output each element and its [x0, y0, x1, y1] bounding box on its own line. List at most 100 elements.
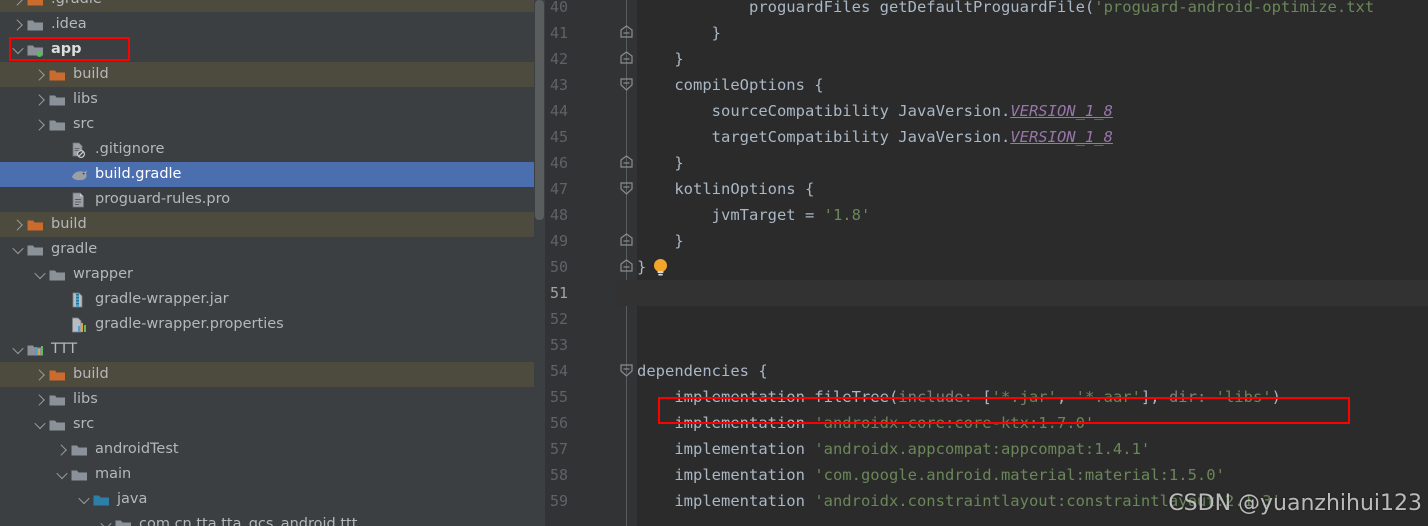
folder-package-icon — [114, 512, 134, 526]
tree-row[interactable]: .gitignore — [0, 137, 545, 162]
code-line[interactable]: } — [637, 254, 646, 280]
tree-row-label: build — [51, 216, 87, 232]
tree-row-label: TTT — [51, 341, 78, 357]
chevron-right-icon[interactable] — [32, 87, 48, 112]
tree-row[interactable]: .idea — [0, 12, 545, 37]
chevron-down-icon[interactable] — [10, 337, 26, 362]
tree-row-label: src — [73, 116, 95, 132]
tree-row[interactable]: gradle-wrapper.properties — [0, 312, 545, 337]
tree-indent-spacer — [0, 362, 32, 387]
code-line[interactable]: } — [637, 20, 721, 46]
tree-row[interactable]: build — [0, 362, 545, 387]
folder-gray-icon — [70, 437, 90, 462]
code-line[interactable]: sourceCompatibility JavaVersion.VERSION_… — [637, 98, 1113, 124]
chevron-down-icon[interactable] — [32, 412, 48, 437]
code-token-default: ) — [1271, 388, 1281, 406]
tree-row[interactable]: build — [0, 62, 545, 87]
code-token-default: targetCompatibility JavaVersion. — [637, 128, 1011, 146]
code-line[interactable]: implementation 'androidx.core:core-ktx:1… — [637, 410, 1094, 436]
code-line[interactable]: jvmTarget = '1.8' — [637, 202, 871, 228]
chevron-right-icon[interactable] — [54, 437, 70, 462]
chevron-down-icon[interactable] — [10, 237, 26, 262]
code-token-named: dir: — [1168, 388, 1216, 406]
intention-bulb-icon[interactable] — [652, 258, 669, 277]
code-line[interactable]: } — [637, 228, 683, 254]
code-line[interactable]: implementation 'androidx.appcompat:appco… — [637, 436, 1150, 462]
fold-collapse-icon[interactable] — [619, 259, 634, 274]
fold-expanded-icon[interactable] — [619, 77, 634, 92]
tree-indent-spacer — [0, 187, 54, 212]
chevron-right-icon[interactable] — [10, 0, 26, 12]
tree-row[interactable]: main — [0, 462, 545, 487]
code-line[interactable]: } — [637, 46, 683, 72]
project-tree-scrollbar[interactable] — [534, 0, 545, 526]
tree-row[interactable]: libs — [0, 87, 545, 112]
fold-collapse-icon[interactable] — [619, 25, 634, 40]
chevron-right-icon[interactable] — [10, 212, 26, 237]
code-token-default: } — [637, 154, 684, 172]
chevron-right-icon[interactable] — [10, 12, 26, 37]
tree-row[interactable]: app — [0, 37, 545, 62]
folder-gray-icon — [48, 112, 68, 137]
code-line[interactable]: implementation 'com.google.android.mater… — [637, 462, 1225, 488]
tree-row[interactable]: gradle — [0, 237, 545, 262]
chevron-down-icon[interactable] — [76, 487, 92, 512]
project-tree-scrollbar-thumb[interactable] — [535, 0, 544, 220]
code-token-default: proguardFiles getDefaultProguardFile( — [637, 0, 1095, 16]
code-line[interactable]: proguardFiles getDefaultProguardFile('pr… — [637, 0, 1374, 20]
tree-row-label: java — [117, 491, 148, 507]
tree-row-label: build.gradle — [95, 166, 182, 182]
code-line[interactable]: targetCompatibility JavaVersion.VERSION_… — [637, 124, 1113, 150]
code-editor[interactable]: 40 proguardFiles getDefaultProguardFile(… — [545, 0, 1428, 526]
tree-row[interactable]: build.gradle — [0, 162, 545, 187]
chevron-down-icon[interactable] — [10, 37, 26, 62]
code-token-default: ], — [1140, 388, 1169, 406]
tree-row-label: wrapper — [73, 266, 133, 282]
line-number: 47 — [550, 180, 569, 198]
fold-collapse-icon[interactable] — [619, 51, 634, 66]
fold-collapse-icon[interactable] — [619, 233, 634, 248]
tree-indent-spacer — [0, 137, 54, 162]
tree-row[interactable]: com.cn.tta.tta_gcs_android.ttt — [0, 512, 545, 526]
chevron-right-icon[interactable] — [32, 112, 48, 137]
fold-collapse-icon[interactable] — [619, 155, 634, 170]
fold-expanded-icon[interactable] — [619, 363, 634, 378]
tree-row[interactable]: wrapper — [0, 262, 545, 287]
code-token-default: dependencies { — [637, 362, 768, 380]
fold-expanded-icon[interactable] — [619, 181, 634, 196]
line-number: 52 — [550, 310, 569, 328]
file-text-icon — [70, 187, 90, 212]
tree-row[interactable]: build — [0, 212, 545, 237]
line-number: 54 — [550, 362, 569, 380]
chevron-down-icon[interactable] — [54, 462, 70, 487]
tree-row[interactable]: TTT — [0, 337, 545, 362]
tree-indent-spacer — [0, 437, 54, 462]
tree-row[interactable]: androidTest — [0, 437, 545, 462]
line-number: 45 — [550, 128, 569, 146]
tree-row[interactable]: proguard-rules.pro — [0, 187, 545, 212]
tree-row-label: com.cn.tta.tta_gcs_android.ttt — [139, 516, 358, 526]
project-tree-panel[interactable]: .gradle.ideaappbuildlibssrc.gitignorebui… — [0, 0, 545, 526]
tree-row-label: proguard-rules.pro — [95, 191, 231, 207]
tree-row[interactable]: src — [0, 412, 545, 437]
chevron-right-icon[interactable] — [32, 62, 48, 87]
chevron-right-icon[interactable] — [32, 387, 48, 412]
code-line[interactable]: compileOptions { — [637, 72, 823, 98]
code-line[interactable]: kotlinOptions { — [637, 176, 814, 202]
tree-row[interactable]: libs — [0, 387, 545, 412]
tree-indent-spacer — [0, 337, 10, 362]
tree-row[interactable]: gradle-wrapper.jar — [0, 287, 545, 312]
tree-row[interactable]: .gradle — [0, 0, 545, 12]
code-line[interactable]: } — [637, 150, 684, 176]
chevron-down-icon[interactable] — [32, 262, 48, 287]
code-token-string: 'com.google.android.material:material:1.… — [814, 466, 1225, 484]
tree-row[interactable]: src — [0, 112, 545, 137]
code-line[interactable]: dependencies { — [637, 358, 768, 384]
chevron-right-icon[interactable] — [32, 362, 48, 387]
tree-row[interactable]: java — [0, 487, 545, 512]
code-token-string: '*.aar' — [1075, 388, 1141, 406]
code-line[interactable]: implementation fileTree(include: ['*.jar… — [637, 384, 1281, 410]
chevron-down-icon[interactable] — [98, 512, 114, 526]
ide-window: .gradle.ideaappbuildlibssrc.gitignorebui… — [0, 0, 1428, 526]
folder-source-icon — [92, 487, 112, 512]
